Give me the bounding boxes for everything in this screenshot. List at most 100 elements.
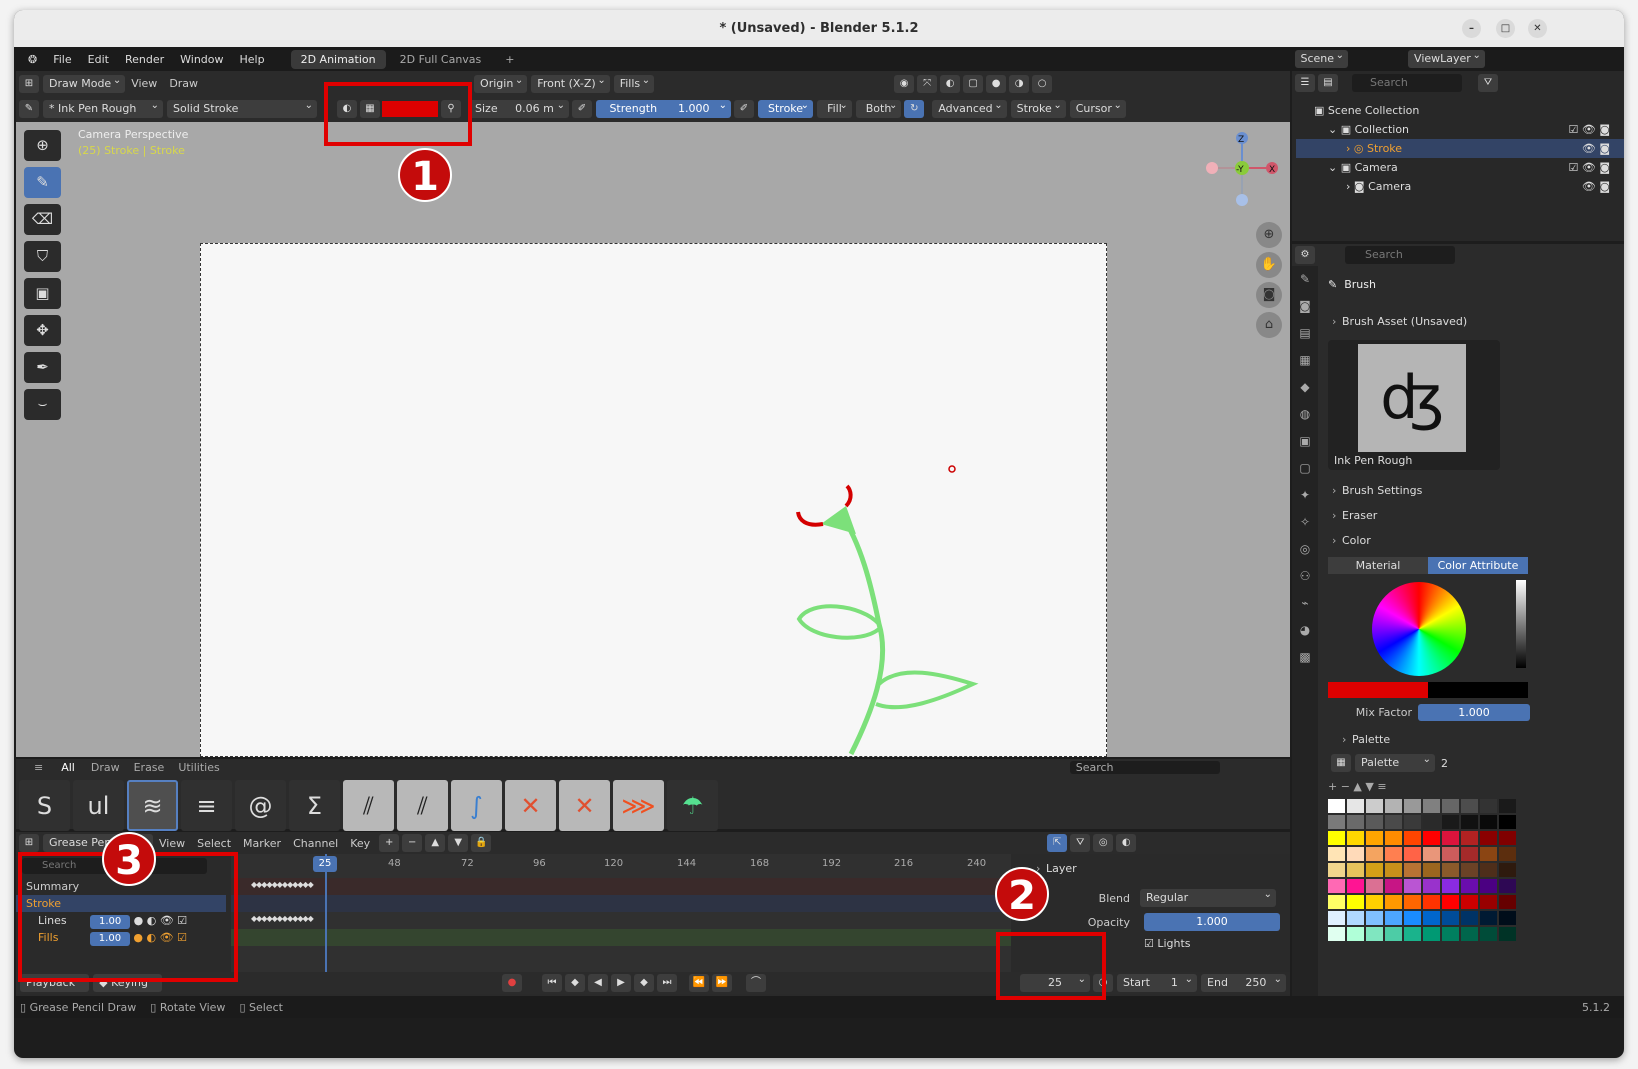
palette-tools[interactable]: + − ▲ ▼ ≡ [1328,780,1618,793]
palette-swatch[interactable] [1480,895,1497,909]
eyedropper-tool-icon[interactable]: ✒ [24,352,61,383]
3d-viewport[interactable]: Camera Perspective (25) Stroke | Stroke … [16,122,1290,757]
menu-help[interactable]: Help [232,53,273,66]
menu-marker[interactable]: Marker [237,837,287,850]
pressure-size-icon[interactable]: ✐ [572,100,592,118]
mix-factor-field[interactable]: 1.000 [1418,704,1530,721]
object-tab-icon[interactable]: ▢ [1292,455,1318,482]
palette-swatch[interactable] [1328,911,1345,925]
menu-file[interactable]: File [45,53,79,66]
brush-thumb[interactable]: ul [73,780,124,831]
mode-fill-button[interactable]: Fill [817,97,852,118]
minimize-icon[interactable]: – [1462,19,1481,38]
editor-type-icon[interactable]: ⊞ [19,834,39,852]
palette-swatch[interactable] [1347,927,1364,941]
palette-swatch[interactable] [1461,815,1478,829]
asset-tab-erase[interactable]: Erase [134,761,165,774]
palette-swatch[interactable] [1347,911,1364,925]
palette-swatch[interactable] [1404,895,1421,909]
editor-type-icon[interactable]: ☰ [1295,74,1315,92]
palette-swatch[interactable] [1480,927,1497,941]
palette-swatch[interactable] [1328,831,1345,845]
add-workspace-button[interactable]: + [495,50,524,69]
scene-selector[interactable]: Scene [1294,47,1349,68]
palette-swatch[interactable] [1423,879,1440,893]
blend-selector[interactable]: Regular [1140,886,1276,907]
palette-swatch[interactable] [1442,927,1459,941]
palette-swatch[interactable] [1347,863,1364,877]
draw-tool-icon[interactable]: ✎ [24,167,61,198]
brush-selector[interactable]: * Ink Pen Rough [43,97,163,118]
palette-swatch[interactable] [1328,799,1345,813]
palette-swatch[interactable] [1366,879,1383,893]
zoom-icon[interactable]: ⊕ [1256,222,1282,248]
visibility-icon[interactable]: ☑ 👁 ◙ [1569,158,1611,177]
tab-2d-full-canvas[interactable]: 2D Full Canvas [390,50,492,69]
pan-hand-icon[interactable]: ✋ [1256,252,1282,278]
next-frame-icon[interactable]: ⏩ [712,974,733,992]
editor-type-icon[interactable]: ⊞ [19,74,39,93]
palette-swatch[interactable] [1385,927,1402,941]
palette-swatch[interactable] [1385,863,1402,877]
palette-swatch[interactable] [1499,911,1516,925]
palette-swatch[interactable] [1499,815,1516,829]
menu-render[interactable]: Render [117,53,172,66]
menu-draw[interactable]: Draw [163,77,204,90]
palette-swatch[interactable] [1366,847,1383,861]
palette-swatch[interactable] [1499,895,1516,909]
palette-swatch[interactable] [1480,799,1497,813]
palette-swatch[interactable] [1461,863,1478,877]
material-tab-icon[interactable]: ◕ [1292,617,1318,644]
palette-swatch[interactable] [1480,847,1497,861]
pivot-selector[interactable]: Origin [474,72,528,93]
mode-stroke-button[interactable]: Stroke [758,97,814,118]
palette-swatch[interactable] [1461,847,1478,861]
menu-view[interactable]: View [125,77,163,90]
palette-swatch[interactable] [1461,895,1478,909]
menu-select[interactable]: Select [191,837,237,850]
constraint-tab-icon[interactable]: ⚇ [1292,563,1318,590]
material-selector[interactable]: Solid Stroke [167,97,317,118]
asset-menu-icon[interactable]: ≡ [34,761,43,774]
brush-thumb[interactable]: ⋙ [613,780,664,831]
asset-tab-draw[interactable]: Draw [91,761,120,774]
collection-item[interactable]: ⌄ ▣ Collection ☑ 👁 ◙ [1314,120,1624,139]
physics-tab-icon[interactable]: ◎ [1292,536,1318,563]
view-layer-selector[interactable]: ViewLayer [1408,47,1485,68]
brush-thumb[interactable]: @ [235,780,286,831]
collection-tab-icon[interactable]: ▣ [1292,428,1318,455]
scene-tab-icon[interactable]: ◆ [1292,374,1318,401]
menu-view[interactable]: View [153,837,191,850]
palette-swatch[interactable] [1385,815,1402,829]
palette-swatch[interactable] [1442,799,1459,813]
palette-swatch[interactable] [1442,847,1459,861]
lock-icon[interactable]: ⌂ [1256,312,1282,338]
lock-icon[interactable]: 🔒 [471,834,492,852]
menu-edit[interactable]: Edit [80,53,117,66]
opacity-field[interactable]: 1.000 [1144,913,1280,931]
palette-swatch[interactable] [1499,799,1516,813]
palette-swatch[interactable] [1499,831,1516,845]
palette-swatch[interactable] [1480,815,1497,829]
palette-grid[interactable] [1328,799,1618,941]
data-tab-icon[interactable]: ⌁ [1292,590,1318,617]
palette-swatch[interactable] [1328,879,1345,893]
palette-swatch[interactable] [1347,799,1364,813]
view-layer-tab-icon[interactable]: ▦ [1292,347,1318,374]
maximize-icon[interactable]: □ [1496,19,1515,38]
palette-swatch[interactable] [1404,911,1421,925]
advanced-dropdown[interactable]: Advanced [932,97,1007,118]
palette-selector[interactable]: Palette [1355,751,1435,772]
brush-thumb[interactable]: ⫽ [343,780,394,831]
asset-tab-all[interactable]: All [61,761,75,774]
stabilize-icon[interactable]: ↻ [904,100,925,118]
palette-swatch[interactable] [1328,927,1345,941]
overlay-icon[interactable]: ◐ [940,74,961,93]
effects-tab-icon[interactable]: ✧ [1292,509,1318,536]
camera-view-icon[interactable]: ◙ [1256,282,1282,308]
palette-swatch[interactable] [1404,847,1421,861]
palette-swatch[interactable] [1385,831,1402,845]
shading-material-icon[interactable]: ◑ [1009,74,1030,93]
mode-selector[interactable]: Draw Mode [43,72,126,93]
palette-swatch[interactable] [1499,879,1516,893]
